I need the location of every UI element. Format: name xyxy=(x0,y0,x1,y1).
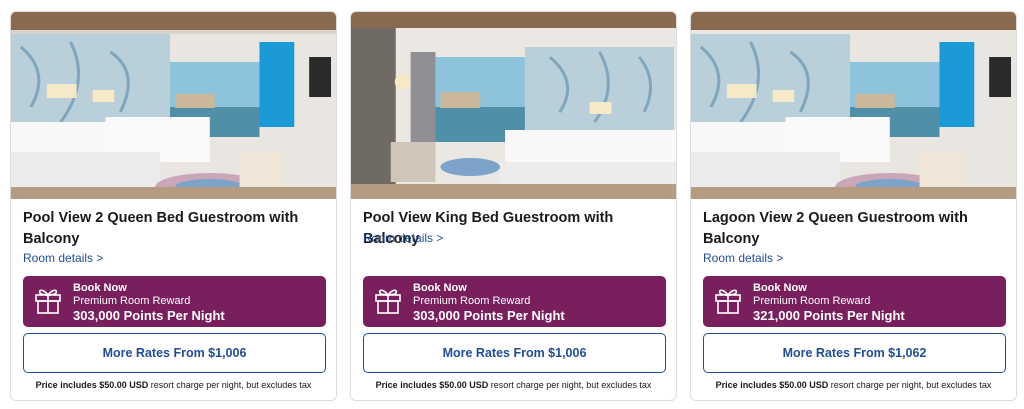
more-rates-button[interactable]: More Rates From $1,062 xyxy=(703,333,1006,373)
gift-icon xyxy=(375,289,401,314)
room-photo[interactable] xyxy=(11,12,336,199)
room-card: Pool View 2 Queen Bed Guestroom with Bal… xyxy=(10,11,337,401)
room-photo[interactable] xyxy=(351,12,676,199)
points-per-night: 321,000 Points Per Night xyxy=(753,308,905,323)
room-title: Lagoon View 2 Queen Guestroom with Balco… xyxy=(703,210,968,247)
reward-type: Premium Room Reward xyxy=(73,295,191,307)
room-details-link[interactable]: Room details > xyxy=(23,251,103,265)
points-per-night: 303,000 Points Per Night xyxy=(413,308,565,323)
book-now-button[interactable]: Book Now Premium Room Reward 321,000 Poi… xyxy=(703,276,1006,327)
price-note-amount: Price includes $50.00 USD xyxy=(715,380,829,390)
room-card: Lagoon View 2 Queen Guestroom with Balco… xyxy=(690,11,1017,401)
reward-type: Premium Room Reward xyxy=(413,295,531,307)
gift-icon xyxy=(35,289,61,314)
price-note-amount: Price includes $50.00 USD xyxy=(375,380,489,390)
points-per-night: 303,000 Points Per Night xyxy=(73,308,225,323)
room-title: Pool View 2 Queen Bed Guestroom with Bal… xyxy=(23,210,299,247)
room-card: Pool View King Bed Guestroom with Balcon… xyxy=(350,11,677,401)
book-now-button[interactable]: Book Now Premium Room Reward 303,000 Poi… xyxy=(363,276,666,327)
book-now-button[interactable]: Book Now Premium Room Reward 303,000 Poi… xyxy=(23,276,326,327)
more-rates-button[interactable]: More Rates From $1,006 xyxy=(363,333,666,373)
book-now-label: Book Now xyxy=(753,282,807,294)
room-details-link[interactable]: Room details > xyxy=(363,231,443,245)
more-rates-button[interactable]: More Rates From $1,006 xyxy=(23,333,326,373)
room-details-link[interactable]: Room details > xyxy=(703,251,783,265)
reward-type: Premium Room Reward xyxy=(753,295,871,307)
price-note: Price includes $50.00 USD resort charge … xyxy=(691,379,1016,391)
price-note-text: resort charge per night, but excludes ta… xyxy=(828,380,992,390)
price-note-amount: Price includes $50.00 USD xyxy=(35,380,149,390)
price-note-text: resort charge per night, but excludes ta… xyxy=(488,380,652,390)
room-card-list: Pool View 2 Queen Bed Guestroom with Bal… xyxy=(0,0,1024,409)
gift-icon xyxy=(715,289,741,314)
book-now-label: Book Now xyxy=(413,282,467,294)
price-note-text: resort charge per night, but excludes ta… xyxy=(148,380,312,390)
price-note: Price includes $50.00 USD resort charge … xyxy=(11,379,336,391)
book-now-label: Book Now xyxy=(73,282,127,294)
price-note: Price includes $50.00 USD resort charge … xyxy=(351,379,676,391)
room-photo[interactable] xyxy=(691,12,1016,199)
